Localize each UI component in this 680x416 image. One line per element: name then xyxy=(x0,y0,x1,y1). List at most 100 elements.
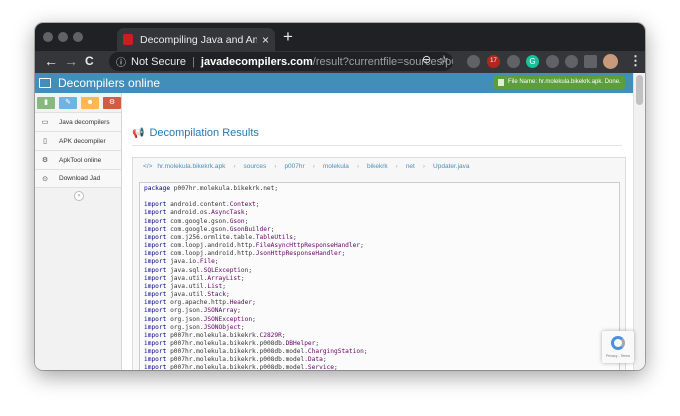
code-keyword: package xyxy=(144,185,171,192)
info-icon[interactable]: ⓘ xyxy=(116,54,126,69)
tab-close-icon[interactable]: × xyxy=(262,34,269,46)
grammarly-icon[interactable]: G xyxy=(526,55,539,68)
code-text: ; xyxy=(244,209,249,217)
breadcrumb-item[interactable]: molekula xyxy=(323,163,349,170)
code-text: java.sql. xyxy=(166,266,204,274)
sidebar-item-label: Download Jad xyxy=(59,175,101,182)
bookmark-star-icon[interactable]: ☆ xyxy=(439,54,449,67)
code-text: ; xyxy=(237,307,241,315)
code-line: import p007hr.molekula.bikekrk.p008db.mo… xyxy=(144,364,615,370)
browser-tab[interactable]: Decompiling Java and Android × xyxy=(117,28,275,51)
site-brand[interactable]: Decompilers online xyxy=(39,76,160,90)
code-line: import java.io.File; xyxy=(144,258,615,266)
code-line: import java.sql.SQLException; xyxy=(144,267,615,275)
brand-label: Decompilers online xyxy=(58,76,161,90)
code-text: ; xyxy=(225,291,230,299)
breadcrumb-item[interactable]: net xyxy=(406,163,415,170)
code-text: ; xyxy=(244,217,249,225)
sidebar-collapse-button[interactable]: « xyxy=(74,191,84,201)
extensions-puzzle-icon[interactable] xyxy=(584,55,597,68)
address-separator: | xyxy=(192,55,195,68)
extension-badge-icon[interactable]: 17 xyxy=(487,55,500,68)
address-bar[interactable]: ⓘ Not Secure | javadecompilers.com /resu… xyxy=(109,52,453,71)
code-text: p007hr.molekula.bikekrk.p008db.model. xyxy=(166,356,308,364)
page-title-text: Decompilation Results xyxy=(149,127,259,139)
code-text: p007hr.molekula.bikekrk. xyxy=(166,331,260,339)
back-button[interactable]: ← xyxy=(44,53,58,69)
browser-window: Decompiling Java and Android × + ← → C ⓘ… xyxy=(35,23,645,370)
code-keyword: import xyxy=(144,209,167,217)
zoom-icon[interactable]: ⊖ xyxy=(422,54,431,67)
site-favicon-icon xyxy=(123,34,133,45)
code-text: ; xyxy=(360,242,364,250)
source-code-viewer[interactable]: package p007hr.molekula.bikekrk.net; imp… xyxy=(139,182,620,370)
page-scrollbar[interactable] xyxy=(633,73,645,370)
minimize-window-dot[interactable] xyxy=(58,32,68,42)
security-label: Not Secure xyxy=(131,55,187,68)
code-class-name: ChargingStation xyxy=(307,348,364,356)
page-title: 📢 Decompilation Results xyxy=(132,127,259,139)
code-keyword: import xyxy=(144,339,167,347)
code-keyword: import xyxy=(144,315,167,323)
code-text: ; xyxy=(252,299,256,307)
code-text: com.loopj.android.http. xyxy=(166,250,256,258)
code-line: import p007hr.molekula.bikekrk.C2829R; xyxy=(144,332,615,340)
breadcrumb-item[interactable]: sources xyxy=(244,163,267,170)
breadcrumb-item[interactable]: Updater.java xyxy=(433,163,470,170)
sidebar-item-apk-decompiler[interactable]: ▯ APK decompiler xyxy=(35,131,121,150)
code-class-name: DBHelper xyxy=(285,339,316,347)
code-keyword: import xyxy=(144,242,167,250)
browser-menu-icon[interactable]: ⋮ xyxy=(629,53,642,69)
scrollbar-thumb[interactable] xyxy=(636,75,643,105)
breadcrumb-item[interactable]: bikekrk xyxy=(367,163,388,170)
breadcrumb-item[interactable]: p007hr xyxy=(284,163,304,170)
code-line: import com.google.gson.GsonBuilder; xyxy=(144,226,615,234)
close-window-dot[interactable] xyxy=(43,32,53,42)
extension-book-icon[interactable] xyxy=(546,55,559,68)
code-text: ; xyxy=(255,201,260,209)
code-class-name: Data xyxy=(307,356,323,364)
pencil-icon[interactable]: ✎ xyxy=(59,97,77,109)
code-keyword: import xyxy=(144,299,167,307)
sidebar-item-apktool-online[interactable]: ⚙ ApkTool online xyxy=(35,150,121,169)
code-class-name: FileAsyncHttpResponseHandler xyxy=(255,242,361,250)
code-keyword: import xyxy=(144,356,167,364)
code-keyword: import xyxy=(144,307,167,315)
extension-leaf-icon[interactable] xyxy=(565,55,578,68)
code-text: ; xyxy=(214,258,219,266)
code-keyword: import xyxy=(144,225,167,233)
chart-icon[interactable]: ▮ xyxy=(37,97,55,109)
reload-button[interactable]: C xyxy=(85,53,94,69)
forward-button[interactable]: → xyxy=(64,53,78,69)
laptop-logo-icon xyxy=(39,78,51,88)
recaptcha-badge[interactable]: Privacy - Terms xyxy=(602,331,634,363)
extension-info-icon[interactable] xyxy=(467,55,480,68)
code-keyword: import xyxy=(144,282,167,290)
mobile-icon: ▯ xyxy=(43,138,47,145)
code-keyword: import xyxy=(144,331,167,339)
site-navbar: Decompilers online File Name: hr.molekul… xyxy=(35,73,633,93)
sidebar-item-download-jad[interactable]: ⊙ Download Jad xyxy=(35,169,121,188)
code-text: org.json. xyxy=(166,307,204,315)
code-text: org.json. xyxy=(166,323,204,331)
code-keyword: import xyxy=(144,201,167,209)
breadcrumb-item[interactable]: hr.molekula.bikekrk.apk xyxy=(157,163,225,170)
code-text: ; xyxy=(341,250,346,258)
sidebar-item-java-decompilers[interactable]: ▭ Java decompilers xyxy=(35,112,121,131)
breadcrumb-separator-icon: › xyxy=(422,163,426,170)
code-class-name: ArrayList xyxy=(207,274,241,282)
code-text: com.google.gson. xyxy=(166,225,230,233)
users-icon[interactable]: ☻ xyxy=(81,97,99,109)
sidebar-item-label: Java decompilers xyxy=(59,118,110,126)
new-tab-button[interactable]: + xyxy=(283,28,293,45)
cogs-icon[interactable]: ⚙ xyxy=(103,97,121,109)
code-class-name: C2829R xyxy=(259,331,282,339)
maximize-window-dot[interactable] xyxy=(73,32,83,42)
download-icon: ⊙ xyxy=(42,175,48,183)
extension-blocker-icon[interactable] xyxy=(507,55,520,68)
results-panel: </> hr.molekula.bikekrk.apk › sources › p007… xyxy=(132,157,626,370)
profile-avatar[interactable] xyxy=(603,54,618,69)
code-text: ; xyxy=(270,225,275,233)
code-class-name: TableUtils xyxy=(255,233,294,241)
